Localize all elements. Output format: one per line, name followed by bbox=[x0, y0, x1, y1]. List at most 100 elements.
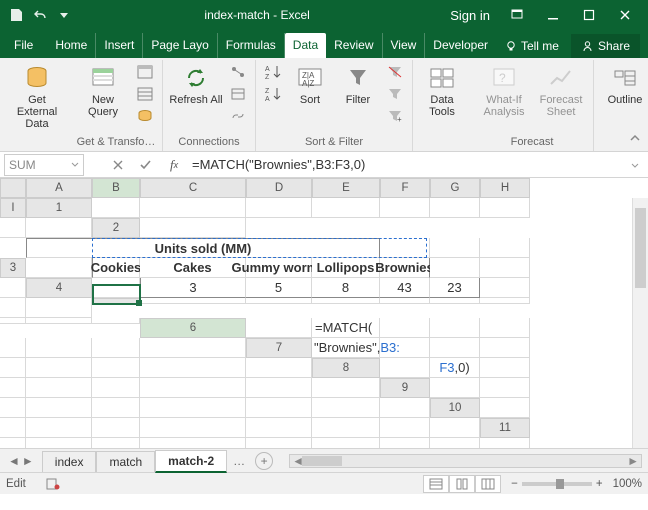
tab-data[interactable]: Data bbox=[285, 33, 326, 58]
row-header[interactable]: 2 bbox=[92, 218, 140, 238]
share-button[interactable]: Share bbox=[571, 34, 640, 58]
cell[interactable]: Gummy worms bbox=[246, 258, 312, 278]
expand-formula-bar-icon[interactable] bbox=[630, 160, 648, 170]
row-header[interactable]: 9 bbox=[380, 378, 430, 398]
cell[interactable]: 8 bbox=[312, 278, 380, 298]
cell[interactable] bbox=[246, 198, 312, 218]
cell[interactable] bbox=[140, 358, 246, 378]
cell[interactable] bbox=[92, 358, 140, 378]
view-page-break-icon[interactable] bbox=[475, 475, 501, 493]
macro-record-icon[interactable] bbox=[46, 478, 60, 490]
cell[interactable] bbox=[0, 338, 26, 358]
collapse-ribbon-icon[interactable] bbox=[628, 131, 644, 147]
sheet-tab-active[interactable]: match-2 bbox=[155, 450, 227, 473]
col-header[interactable]: H bbox=[480, 178, 530, 198]
edit-links-icon[interactable] bbox=[227, 106, 249, 126]
sign-in-link[interactable]: Sign in bbox=[450, 8, 490, 23]
col-header[interactable]: I bbox=[0, 198, 26, 218]
formula-input[interactable]: =MATCH("Brownies",B3:F3,0) bbox=[188, 157, 630, 172]
cell[interactable] bbox=[140, 338, 246, 358]
view-normal-icon[interactable] bbox=[423, 475, 449, 493]
cell[interactable] bbox=[480, 198, 530, 218]
cell[interactable] bbox=[26, 258, 92, 278]
cell[interactable] bbox=[0, 298, 26, 318]
spreadsheet-grid[interactable]: A B C D E F G H I 1 2 Units sold (MM) 3 … bbox=[0, 178, 648, 448]
tab-developer[interactable]: Developer bbox=[425, 33, 496, 58]
undo-icon[interactable] bbox=[30, 5, 50, 25]
cell[interactable] bbox=[312, 378, 380, 398]
col-header[interactable]: G bbox=[430, 178, 480, 198]
name-box[interactable]: SUM bbox=[4, 154, 84, 176]
cell[interactable] bbox=[0, 378, 26, 398]
zoom-out-icon[interactable]: − bbox=[511, 478, 518, 490]
cell[interactable] bbox=[380, 198, 430, 218]
cell[interactable] bbox=[480, 358, 530, 378]
zoom-control[interactable]: − + 100% bbox=[511, 478, 642, 490]
cell[interactable] bbox=[140, 378, 246, 398]
cell[interactable]: Cookies bbox=[92, 258, 140, 278]
col-header[interactable]: B bbox=[92, 178, 140, 198]
col-header[interactable]: A bbox=[26, 178, 92, 198]
cell[interactable]: Lollipops bbox=[312, 258, 380, 278]
cell[interactable] bbox=[312, 198, 380, 218]
insert-function-icon[interactable]: fx bbox=[160, 154, 188, 176]
sheet-tab[interactable]: index bbox=[42, 451, 97, 472]
forecast-sheet-button[interactable]: Forecast Sheet bbox=[535, 62, 587, 118]
tab-prev-icon[interactable]: ◄ bbox=[8, 454, 20, 468]
cell[interactable] bbox=[246, 358, 312, 378]
maximize-icon[interactable] bbox=[572, 1, 606, 29]
row-header[interactable]: 7 bbox=[246, 338, 312, 358]
clear-filter-icon[interactable] bbox=[384, 62, 406, 82]
cell[interactable] bbox=[0, 278, 26, 298]
show-queries-icon[interactable] bbox=[134, 62, 156, 82]
cell[interactable] bbox=[380, 238, 430, 258]
cell[interactable] bbox=[140, 218, 246, 238]
cell[interactable] bbox=[92, 198, 140, 218]
cell[interactable] bbox=[92, 338, 140, 358]
save-icon[interactable] bbox=[6, 5, 26, 25]
row-header[interactable]: 4 bbox=[26, 278, 92, 298]
sort-asc-icon[interactable]: AZ bbox=[262, 62, 284, 82]
sort-desc-icon[interactable]: ZA bbox=[262, 84, 284, 104]
tab-next-icon[interactable]: ► bbox=[22, 454, 34, 468]
row-header[interactable]: 6 bbox=[140, 318, 246, 338]
row-header[interactable]: 10 bbox=[430, 398, 480, 418]
refresh-all-button[interactable]: Refresh All bbox=[169, 62, 223, 106]
cell[interactable]: Units sold (MM) bbox=[26, 238, 380, 258]
cell[interactable] bbox=[430, 198, 480, 218]
col-header[interactable]: C bbox=[140, 178, 246, 198]
row-header[interactable]: 8 bbox=[312, 358, 380, 378]
cell[interactable] bbox=[0, 218, 26, 238]
cell[interactable] bbox=[92, 278, 140, 298]
cell-active[interactable]: =MATCH( bbox=[312, 318, 380, 338]
tab-formulas[interactable]: Formulas bbox=[218, 33, 285, 58]
properties-icon[interactable] bbox=[227, 84, 249, 104]
cell[interactable] bbox=[0, 358, 26, 378]
new-sheet-icon[interactable]: + bbox=[255, 452, 273, 470]
cell[interactable]: 43 bbox=[380, 278, 430, 298]
cell[interactable]: "Brownies",B3: bbox=[312, 338, 380, 358]
cell[interactable] bbox=[246, 378, 312, 398]
view-page-layout-icon[interactable] bbox=[449, 475, 475, 493]
zoom-level[interactable]: 100% bbox=[613, 478, 642, 490]
qat-dropdown-icon[interactable] bbox=[54, 5, 74, 25]
tab-home[interactable]: Home bbox=[47, 33, 96, 58]
cell[interactable]: 3 bbox=[140, 278, 246, 298]
advanced-icon[interactable]: + bbox=[384, 106, 406, 126]
cancel-formula-icon[interactable] bbox=[104, 154, 132, 176]
cell[interactable]: Brownies bbox=[380, 258, 430, 278]
recent-sources-icon[interactable] bbox=[134, 106, 156, 126]
sort-button[interactable]: Z|AA|Z Sort bbox=[288, 62, 332, 106]
cell[interactable] bbox=[480, 338, 530, 358]
row-header[interactable] bbox=[92, 298, 140, 304]
zoom-slider[interactable] bbox=[522, 482, 592, 486]
tab-file[interactable]: File bbox=[4, 33, 47, 58]
cell[interactable] bbox=[430, 338, 480, 358]
select-all-corner[interactable] bbox=[0, 178, 26, 198]
tab-insert[interactable]: Insert bbox=[96, 33, 143, 58]
row-header[interactable]: 3 bbox=[0, 258, 26, 278]
tell-me[interactable]: Tell me bbox=[497, 34, 567, 58]
cell[interactable]: 5 bbox=[246, 278, 312, 298]
cell[interactable] bbox=[26, 378, 92, 398]
col-header[interactable]: F bbox=[380, 178, 430, 198]
